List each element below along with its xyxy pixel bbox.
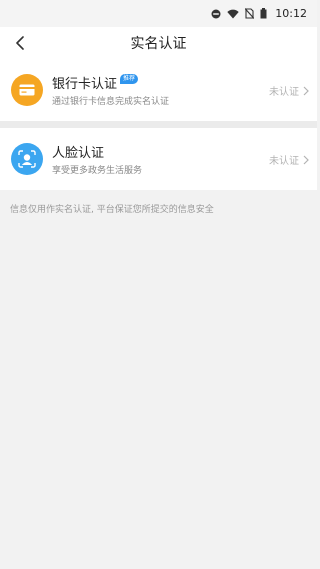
method-title: 银行卡认证 [52,77,118,92]
status-text: 未认证 [269,156,299,167]
nav-bar: 实名认证 [0,27,317,59]
chevron-left-icon [16,36,24,50]
privacy-note: 信息仅用作实名认证, 平台保证您所提交的信息安全 [10,205,214,215]
method-subtitle: 享受更多政务生活服务 [52,166,143,176]
chevron-right-icon [303,155,309,164]
no-sim-icon [245,8,255,19]
verification-status: 未认证 [269,83,309,98]
battery-icon [260,8,267,19]
verification-status: 未认证 [269,152,309,167]
status-bar: 10:12 [0,0,317,27]
do-not-disturb-icon [211,9,221,19]
bank-card-icon [11,74,43,106]
chevron-right-icon [303,86,309,95]
bank-card-verification-title: 银行卡认证 推荐 [52,73,139,92]
face-verification-title: 人脸认证 [52,142,104,161]
face-verification-item[interactable]: 人脸认证 享受更多政务生活服务 未认证 [0,128,317,190]
method-title: 人脸认证 [52,146,105,161]
back-button[interactable] [6,29,34,57]
wifi-icon [227,9,239,19]
clock: 10:12 [275,7,307,20]
method-subtitle: 通过银行卡信息完成实名认证 [52,97,170,107]
face-recognition-icon [11,143,43,175]
bank-card-verification-item[interactable]: 银行卡认证 推荐 通过银行卡信息完成实名认证 未认证 [0,59,317,121]
section-divider [0,121,317,128]
recommended-badge: 推荐 [120,73,139,84]
page-title: 实名认证 [130,36,187,52]
status-text: 未认证 [269,87,299,98]
